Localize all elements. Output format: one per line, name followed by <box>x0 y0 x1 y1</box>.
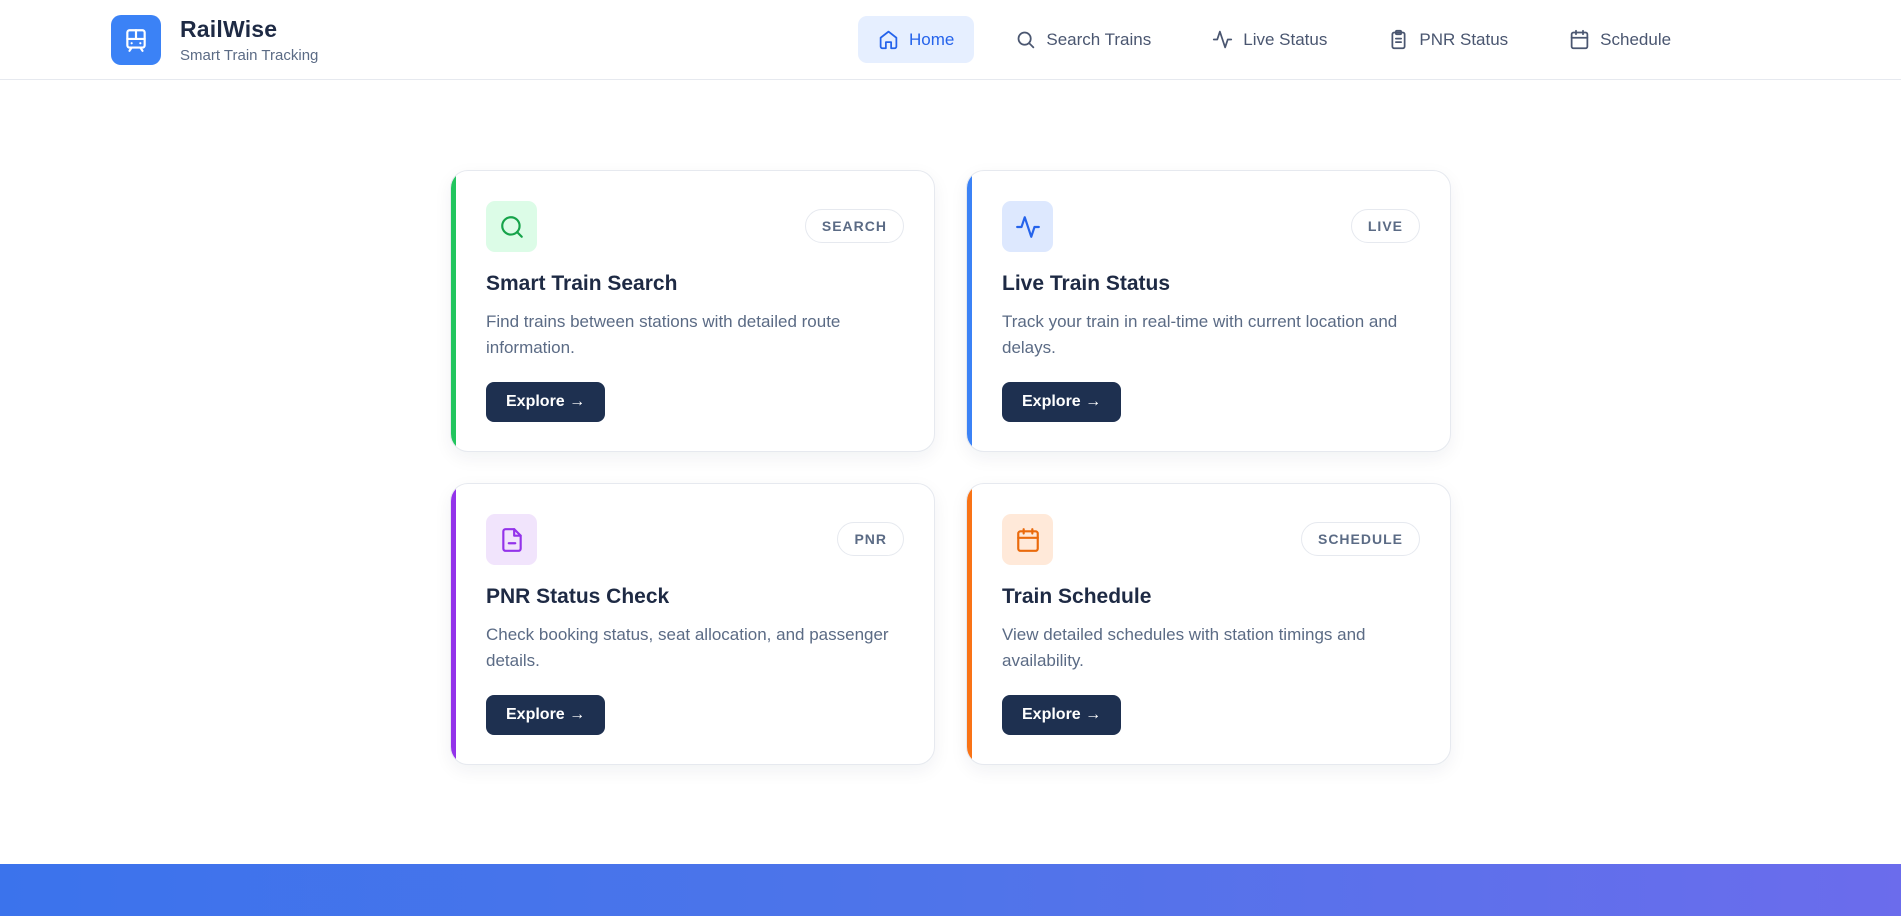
feature-card-schedule[interactable]: SCHEDULE Train Schedule View detailed sc… <box>966 483 1451 765</box>
nav-item-label: Schedule <box>1600 29 1672 49</box>
clipboard-icon <box>1391 29 1406 50</box>
card-description: Track your train in real-time with curre… <box>1002 312 1398 357</box>
nav-item-home[interactable]: Home <box>858 16 975 63</box>
explore-button[interactable]: Explore → <box>486 382 606 422</box>
card-badge: SCHEDULE <box>1300 522 1420 556</box>
feature-cards: SEARCH Smart Train Search Find trains be… <box>450 170 1451 765</box>
card-accent <box>967 171 972 451</box>
feature-card-pnr[interactable]: PNR PNR Status Check Check booking statu… <box>450 483 935 765</box>
nav-item-search-trains[interactable]: Search Trains <box>995 16 1171 63</box>
card-badge: SEARCH <box>804 209 904 243</box>
card-description: Find trains between stations with detail… <box>486 312 841 357</box>
nav-item-pnr-status[interactable]: PNR Status <box>1368 16 1528 63</box>
card-description: Check booking status, seat allocation, a… <box>486 625 889 670</box>
card-title: Live Train Status <box>1002 272 1171 295</box>
document-icon <box>486 514 537 565</box>
nav-item-label: Live Status <box>1243 29 1328 49</box>
card-accent <box>451 171 456 451</box>
calendar-icon <box>1002 514 1053 565</box>
brand-name: RailWise <box>180 16 278 42</box>
nav-item-live-status[interactable]: Live Status <box>1192 16 1347 63</box>
explore-button[interactable]: Explore → <box>1002 695 1122 735</box>
feature-card-search[interactable]: SEARCH Smart Train Search Find trains be… <box>450 170 935 452</box>
card-title: Train Schedule <box>1002 585 1152 608</box>
feature-card-live[interactable]: LIVE Live Train Status Track your train … <box>966 170 1451 452</box>
brand[interactable]: RailWise Smart Train Tracking <box>111 15 318 65</box>
nav-item-schedule[interactable]: Schedule <box>1549 16 1691 63</box>
explore-button[interactable]: Explore → <box>486 695 606 735</box>
card-badge: LIVE <box>1350 209 1420 243</box>
home-icon <box>879 30 898 50</box>
search-icon <box>1017 31 1035 49</box>
brand-tagline: Smart Train Tracking <box>180 47 319 64</box>
card-badge: PNR <box>837 522 904 556</box>
activity-icon <box>1213 30 1233 49</box>
activity-icon <box>1002 201 1053 252</box>
top-nav-bar: RailWise Smart Train Tracking Home Searc… <box>0 0 1901 80</box>
card-accent <box>967 484 972 764</box>
explore-button[interactable]: Explore → <box>1002 382 1122 422</box>
nav-item-label: Search Trains <box>1046 29 1152 49</box>
calendar-icon <box>1570 29 1589 50</box>
search-icon <box>486 201 537 252</box>
footer-gradient-band <box>0 864 1901 916</box>
main-nav: Home Search Trains Live Status PNR Statu… <box>858 16 1691 63</box>
card-accent <box>451 484 456 764</box>
card-title: PNR Status Check <box>486 585 670 608</box>
card-title: Smart Train Search <box>486 272 678 295</box>
nav-item-label: PNR Status <box>1419 29 1509 49</box>
train-icon <box>111 15 161 65</box>
nav-item-label: Home <box>909 29 955 49</box>
card-description: View detailed schedules with station tim… <box>1002 625 1366 670</box>
